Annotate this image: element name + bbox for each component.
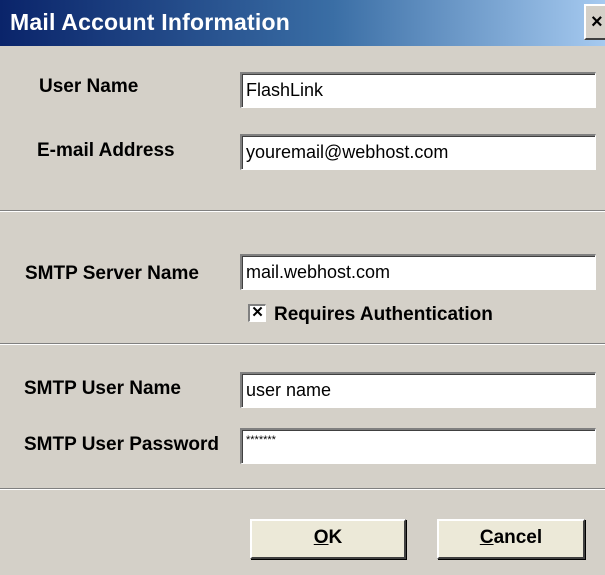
email-address-label: E-mail Address (37, 140, 175, 161)
window-title: Mail Account Information (10, 9, 290, 35)
ok-button[interactable]: OK (250, 519, 406, 559)
smtp-user-name-label: SMTP User Name (24, 378, 181, 399)
requires-authentication-checkbox[interactable]: ✕ (248, 304, 266, 322)
cancel-button[interactable]: Cancel (437, 519, 585, 559)
smtp-server-name-label: SMTP Server Name (25, 263, 199, 284)
smtp-user-password-label: SMTP User Password (24, 434, 220, 455)
smtp-user-password-field[interactable]: ******* (240, 428, 596, 464)
section-divider (0, 210, 605, 212)
ok-button-label: K (328, 527, 343, 548)
user-name-label: User Name (39, 76, 139, 97)
smtp-user-name-field[interactable]: user name (240, 372, 596, 408)
close-button[interactable]: × (584, 4, 605, 40)
requires-authentication-label[interactable]: Requires Authentication (274, 304, 493, 326)
email-address-field[interactable]: youremail@webhost.com (240, 134, 596, 170)
smtp-server-name-field[interactable]: mail.webhost.com (240, 254, 596, 290)
cancel-button-mnemonic: C (479, 527, 494, 548)
cancel-button-label: ancel (493, 527, 543, 548)
title-bar[interactable]: Mail Account Information × (0, 0, 605, 46)
section-divider (0, 488, 605, 490)
mail-account-dialog: Mail Account Information × User Name Fla… (0, 0, 605, 575)
user-name-field[interactable]: FlashLink (240, 72, 596, 108)
section-divider (0, 343, 605, 345)
ok-button-mnemonic: O (313, 527, 329, 548)
